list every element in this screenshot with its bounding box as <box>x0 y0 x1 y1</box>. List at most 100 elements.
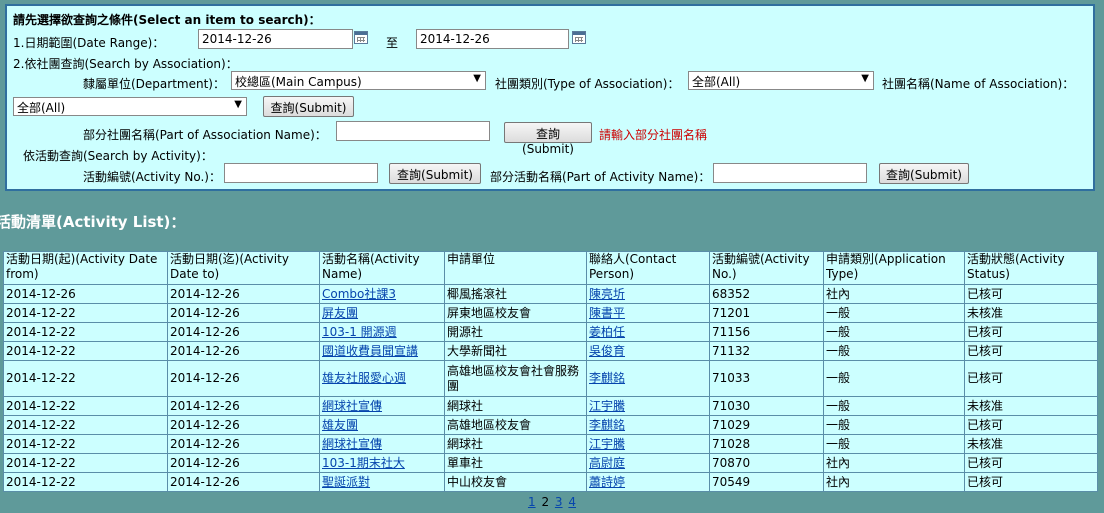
activity-name-cell: 聖誕派對 <box>319 472 445 492</box>
date-from-cell: 2014-12-22 <box>3 303 168 323</box>
page-link[interactable]: 3 <box>555 495 563 509</box>
part-activity-submit-button[interactable]: 查詢(Submit) <box>879 163 969 184</box>
column-header: 聯絡人(Contact Person) <box>586 251 710 285</box>
page-link[interactable]: 1 <box>528 495 536 509</box>
activity-no-submit-button[interactable]: 查詢(Submit) <box>389 163 481 184</box>
activity-no-cell: 71033 <box>709 360 824 397</box>
contact-person-link[interactable]: 江宇騰 <box>589 437 625 451</box>
date-to-cell: 2014-12-26 <box>167 284 320 304</box>
search-panel: 請先選擇欲查詢之條件(Select an item to search)： 1.… <box>5 4 1095 191</box>
activity-no-cell: 71156 <box>709 322 824 342</box>
table-row: 2014-12-22 2014-12-26 網球社宣傳 網球社 江宇騰 71028 一般 未核… <box>3 434 1098 454</box>
to-label: 至 <box>386 36 399 50</box>
page-link[interactable]: 4 <box>568 495 576 509</box>
column-header: 申請類別(Application Type) <box>823 251 965 285</box>
activity-name-link[interactable]: 103-1期末社大 <box>322 456 405 470</box>
application-type-cell: 一般 <box>823 322 965 342</box>
date-to-cell: 2014-12-26 <box>167 396 320 416</box>
current-page: 2 <box>541 495 550 509</box>
application-type-cell: 一般 <box>823 360 965 397</box>
activity-no-cell: 71201 <box>709 303 824 323</box>
application-type-cell: 一般 <box>823 434 965 454</box>
activity-status-cell: 已核可 <box>964 284 1098 304</box>
part-name-label: 部分社團名稱(Part of Association Name)： <box>83 128 327 142</box>
activity-name-link[interactable]: 網球社宣傳 <box>322 399 382 413</box>
activity-name-link[interactable]: 103-1 開源週 <box>322 325 397 339</box>
by-activity-label: 依活動查詢(Search by Activity)： <box>23 149 213 163</box>
type-select[interactable]: 全部(All) ▼ <box>688 71 874 90</box>
date-to-cell: 2014-12-26 <box>167 360 320 397</box>
contact-person-link[interactable]: 陳亮圻 <box>589 287 625 301</box>
table-header-row: 活動日期(起)(Activity Date from) 活動日期(迄)(Acti… <box>3 251 1098 285</box>
type-label: 社團類別(Type of Association)： <box>495 77 680 91</box>
table-row: 2014-12-22 2014-12-26 103-1 開源週 開源社 姜柏任 71156… <box>3 322 1098 342</box>
date-from-cell: 2014-12-22 <box>3 472 168 492</box>
calendar-icon[interactable] <box>354 31 368 44</box>
activity-name-link[interactable]: 雄友社服愛心週 <box>322 371 406 385</box>
applicant-unit-cell: 椰風搖滾社 <box>444 284 587 304</box>
application-type-cell: 社內 <box>823 284 965 304</box>
contact-person-link[interactable]: 蕭詩婷 <box>589 475 625 489</box>
date-from-input[interactable] <box>198 29 353 49</box>
column-header: 活動日期(迄)(Activity Date to) <box>167 251 320 285</box>
date-to-cell: 2014-12-26 <box>167 341 320 361</box>
activity-no-cell: 71030 <box>709 396 824 416</box>
activity-name-link[interactable]: Combo社課3 <box>322 287 396 301</box>
contact-person-link[interactable]: 陳書平 <box>589 306 625 320</box>
activity-status-cell: 已核可 <box>964 453 1098 473</box>
part-name-input[interactable] <box>336 121 490 141</box>
contact-person-link[interactable]: 高尉庭 <box>589 456 625 470</box>
contact-person-cell: 陳書平 <box>586 303 710 323</box>
applicant-unit-cell: 大學新聞社 <box>444 341 587 361</box>
association-submit-button[interactable]: 查詢(Submit) <box>263 96 354 117</box>
association-name-select[interactable]: 全部(All) ▼ <box>13 97 247 116</box>
date-range-label: 1.日期範圍(Date Range)： <box>13 36 165 50</box>
activity-status-cell: 未核准 <box>964 434 1098 454</box>
applicant-unit-cell: 高雄地區校友會 <box>444 415 587 435</box>
application-type-cell: 一般 <box>823 303 965 323</box>
activity-name-cell: 國道收費員聞宣講 <box>319 341 445 361</box>
association-name-label: 社團名稱(Name of Association)： <box>882 77 1075 91</box>
applicant-unit-cell: 單車社 <box>444 453 587 473</box>
date-to-input[interactable] <box>416 29 569 49</box>
part-name-submit-button[interactable]: 查詢(Submit) <box>504 122 592 156</box>
contact-person-link[interactable]: 姜柏任 <box>589 325 625 339</box>
table-row: 2014-12-22 2014-12-26 雄友社服愛心週 高雄地區校友會社會服務團李… <box>3 360 1098 397</box>
activity-status-cell: 已核可 <box>964 415 1098 435</box>
table-row: 2014-12-22 2014-12-26 聖誕派對 中山校友會 蕭詩婷 70549 社內已… <box>3 472 1098 492</box>
activity-status-cell: 未核准 <box>964 396 1098 416</box>
contact-person-link[interactable]: 李麒銘 <box>589 371 625 385</box>
activity-name-link[interactable]: 屏友團 <box>322 306 358 320</box>
activity-name-link[interactable]: 雄友團 <box>322 418 358 432</box>
calendar-icon[interactable] <box>572 31 586 44</box>
table-row: 2014-12-22 2014-12-26 網球社宣傳 網球社 江宇騰 71030 一般 未核… <box>3 396 1098 416</box>
part-activity-label: 部分活動名稱(Part of Activity Name)： <box>490 170 711 184</box>
part-activity-input[interactable] <box>713 163 867 183</box>
activity-no-cell: 70870 <box>709 453 824 473</box>
contact-person-link[interactable]: 吳俊育 <box>589 344 625 358</box>
activity-name-link[interactable]: 網球社宣傳 <box>322 437 382 451</box>
application-type-cell: 社內 <box>823 453 965 473</box>
date-from-cell: 2014-12-22 <box>3 453 168 473</box>
date-from-cell: 2014-12-22 <box>3 396 168 416</box>
activity-no-cell: 71028 <box>709 434 824 454</box>
contact-person-cell: 李麒銘 <box>586 360 710 397</box>
activity-no-cell: 71029 <box>709 415 824 435</box>
activity-name-link[interactable]: 聖誕派對 <box>322 475 370 489</box>
date-to-cell: 2014-12-26 <box>167 453 320 473</box>
pagination: 1 2 3 4 <box>0 495 1104 509</box>
activity-name-link[interactable]: 國道收費員聞宣講 <box>322 344 418 358</box>
contact-person-cell: 姜柏任 <box>586 322 710 342</box>
contact-person-link[interactable]: 李麒銘 <box>589 418 625 432</box>
search-heading: 請先選擇欲查詢之條件(Select an item to search)： <box>13 13 321 27</box>
date-from-cell: 2014-12-22 <box>3 322 168 342</box>
activity-table: 活動日期(起)(Activity Date from) 活動日期(迄)(Acti… <box>3 251 1098 492</box>
date-from-cell: 2014-12-22 <box>3 434 168 454</box>
department-select[interactable]: 校總區(Main Campus) ▼ <box>231 71 486 90</box>
contact-person-link[interactable]: 江宇騰 <box>589 399 625 413</box>
applicant-unit-cell: 屏東地區校友會 <box>444 303 587 323</box>
column-header: 活動名稱(Activity Name) <box>319 251 445 285</box>
activity-name-cell: Combo社課3 <box>319 284 445 304</box>
activity-no-input[interactable] <box>224 163 378 183</box>
activity-no-cell: 68352 <box>709 284 824 304</box>
